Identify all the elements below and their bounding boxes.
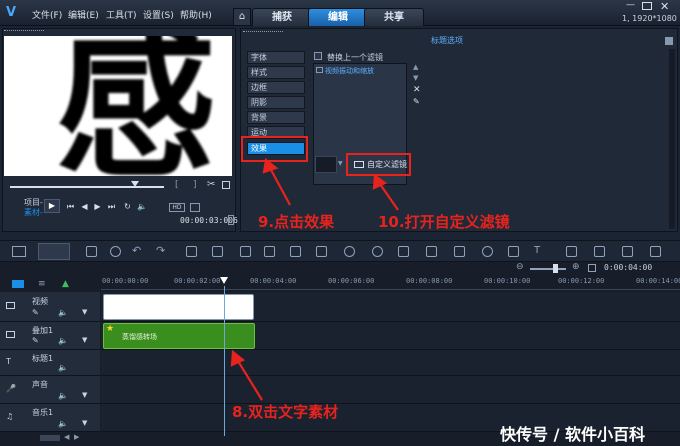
arrow-step9-head bbox=[262, 157, 279, 174]
annotation-step9: 9.点击效果 bbox=[258, 213, 335, 231]
arrow-step10 bbox=[379, 183, 399, 211]
annotation-arrows bbox=[230, 157, 399, 401]
arrow-step9 bbox=[269, 167, 291, 206]
arrow-step10-head bbox=[372, 174, 388, 190]
annotation-step8: 8.双击文字素材 bbox=[232, 403, 339, 421]
annotation-step10: 10.打开自定义滤镜 bbox=[378, 213, 510, 231]
arrow-step8-head bbox=[230, 349, 246, 367]
arrow-step8 bbox=[237, 360, 263, 401]
watermark: 快传号 / 软件小百科 bbox=[500, 425, 645, 444]
